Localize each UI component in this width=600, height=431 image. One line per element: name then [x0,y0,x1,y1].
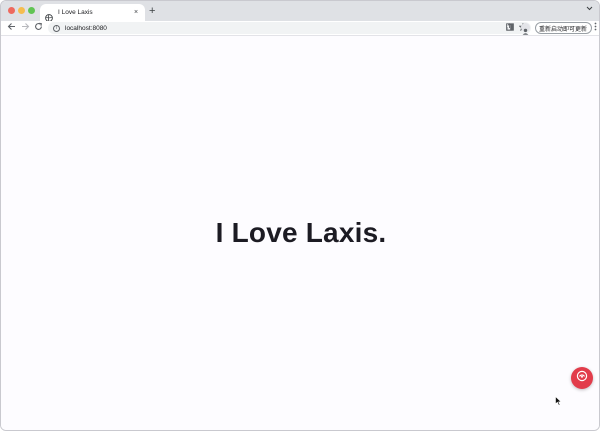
browser-toolbar: i localhost:8080 重新启动即可更新 [1,21,599,36]
chat-fab-button[interactable] [571,367,593,389]
globe-icon [45,9,53,22]
page-headline: I Love Laxis. [215,217,387,248]
close-window-button[interactable] [8,7,15,14]
update-button[interactable]: 重新启动即可更新 [535,22,593,34]
profile-icon[interactable] [521,23,530,35]
url-text[interactable]: localhost:8080 [65,25,107,32]
side-panel-icon[interactable] [506,23,514,33]
more-icon[interactable] [594,22,597,34]
tab-active[interactable]: I Love Laxis × [40,4,145,22]
maximize-window-button[interactable] [28,7,35,14]
forward-icon[interactable] [21,22,30,34]
back-icon[interactable] [7,22,16,34]
info-icon[interactable]: i [53,24,60,32]
new-tab-button[interactable]: + [149,5,155,17]
update-button-label: 重新启动即可更新 [539,26,588,33]
page-content: I Love Laxis. [1,37,599,430]
chevron-down-icon[interactable] [586,6,593,13]
address-bar[interactable]: i localhost:8080 [48,22,531,34]
minimize-window-button[interactable] [18,7,25,14]
tab-close-icon[interactable]: × [132,9,140,17]
tab-strip: I Love Laxis × + [1,1,599,22]
chat-icon [576,369,588,387]
mouse-cursor-icon [555,393,562,411]
reload-icon[interactable] [34,22,43,34]
browser-window: I Love Laxis × + i localhost:8080 重新启动即可… [0,0,600,431]
tab-title: I Love Laxis [58,9,93,16]
